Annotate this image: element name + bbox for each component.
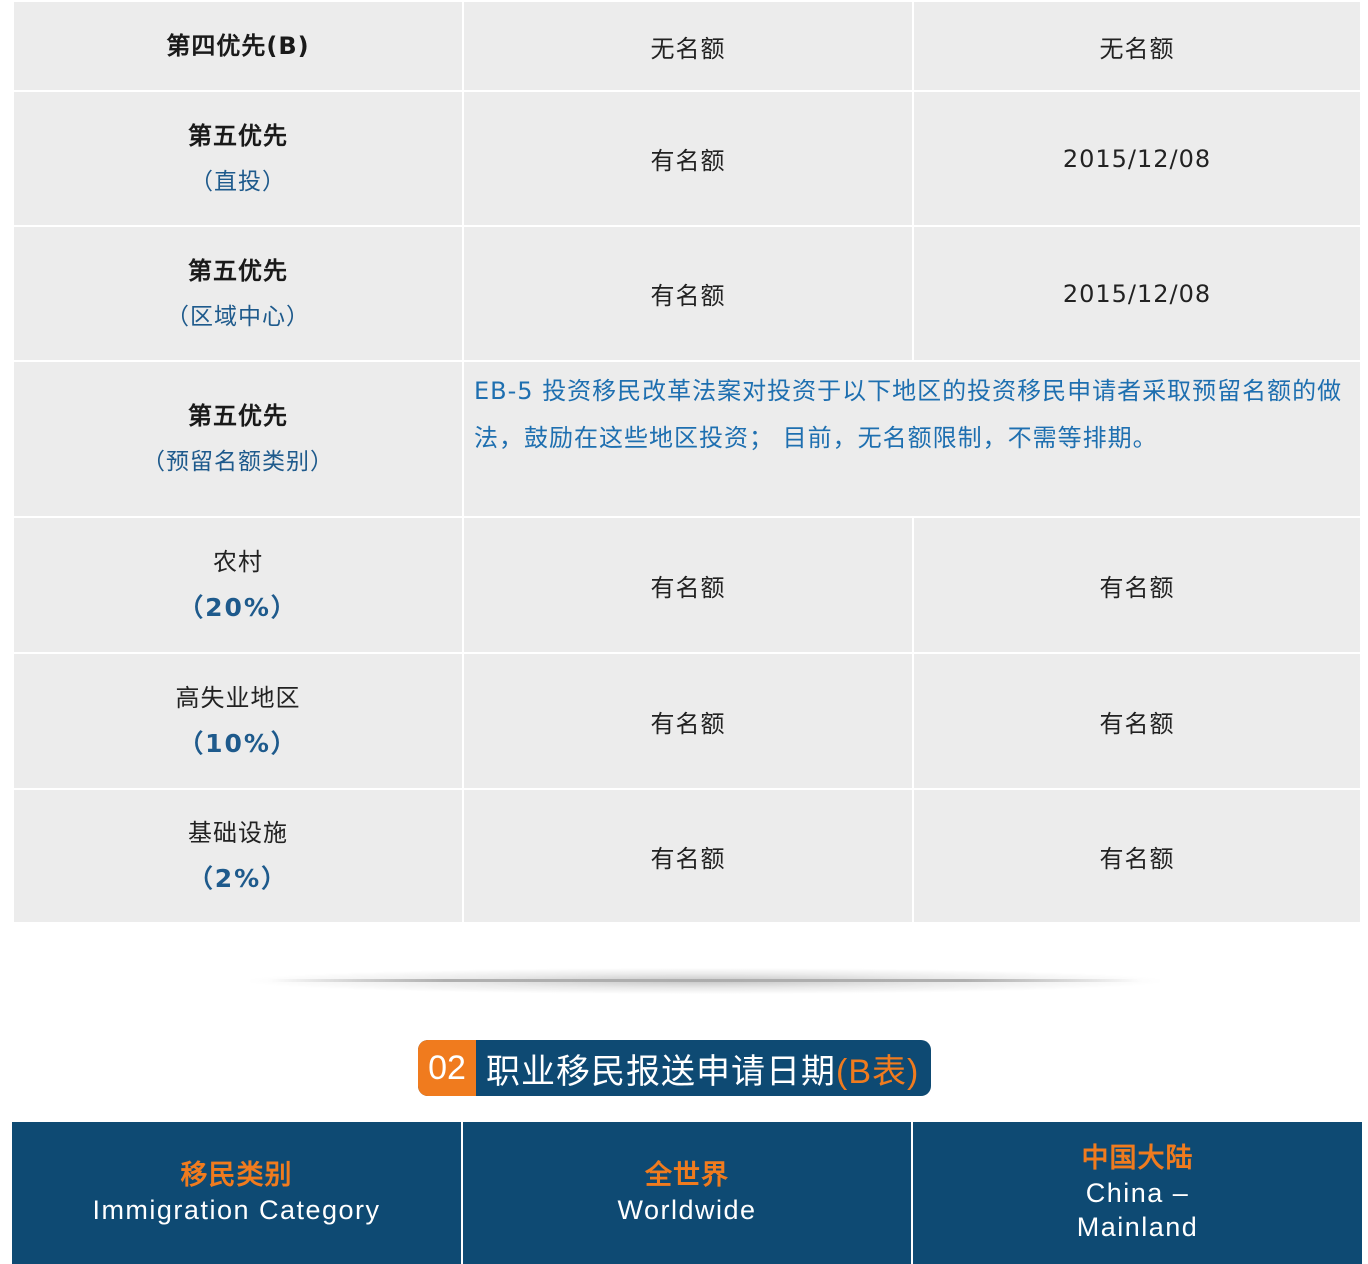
china-cell: 有名额 [912,652,1362,790]
category-label: 第五优先 [188,402,288,430]
china-cell: 有名额 [912,516,1362,654]
section-heading: 02 职业移民报送申请日期 (B表) [418,1040,932,1096]
category-label: 第五优先 [188,256,288,285]
category-label: 基础设施 [188,819,288,847]
table-header-row: 移民类别 Immigration Category 全世界 Worldwide … [12,1122,1362,1264]
header-zh: 中国大陆 [1081,1143,1194,1174]
reserved-visa-note: EB-5 投资移民改革法案对投资于以下地区的投资移民申请者采取预留名额的做法，鼓… [462,360,1362,518]
category-cell: 第四优先(B) [12,0,464,92]
table-row: 第五优先 （预留名额类别） EB-5 投资移民改革法案对投资于以下地区的投资移民… [12,360,1362,518]
section-title: 职业移民报送申请日期 (B表) [476,1040,931,1096]
worldwide-cell: 有名额 [462,225,914,362]
visa-bulletin-table-a: 第四优先(B) 无名额 无名额 第五优先 （直投） 有名额 2015/12/08… [12,0,1362,924]
table-row: 第四优先(B) 无名额 无名额 [12,0,1362,92]
china-cell: 2015/12/08 [912,90,1362,227]
section-number: 02 [418,1040,476,1096]
section-title-text: 职业移民报送申请日期 [486,1052,836,1091]
table-row: 第五优先 （区域中心） 有名额 2015/12/08 [12,225,1362,362]
table-row: 第五优先 （直投） 有名额 2015/12/08 [12,90,1362,227]
category-cell: 农村 （20%） [12,516,464,654]
category-percent: （10%） [178,729,298,758]
category-sublabel: （直投） [190,168,286,195]
table-row: 农村 （20%） 有名额 有名额 [12,516,1362,654]
header-zh: 移民类别 [180,1160,293,1191]
header-cell-category: 移民类别 Immigration Category [12,1122,463,1264]
category-sublabel: （区域中心） [166,303,310,330]
table-row: 基础设施 （2%） 有名额 有名额 [12,788,1362,924]
worldwide-cell: 有名额 [462,652,914,790]
category-label: 高失业地区 [175,684,301,712]
china-cell: 有名额 [912,788,1362,924]
table-row: 高失业地区 （10%） 有名额 有名额 [12,652,1362,790]
worldwide-cell: 有名额 [462,90,914,227]
dates-for-filing-table-header: 移民类别 Immigration Category 全世界 Worldwide … [12,1122,1362,1264]
china-cell: 无名额 [912,0,1362,92]
header-cell-china: 中国大陆 China – Mainland [911,1122,1362,1264]
worldwide-cell: 有名额 [462,788,914,924]
header-cell-worldwide: 全世界 Worldwide [461,1122,913,1264]
category-cell: 第五优先 （区域中心） [12,225,464,362]
worldwide-cell: 无名额 [462,0,914,92]
category-sublabel: （预留名额类别） [142,449,334,475]
category-percent: （2%） [187,864,289,893]
category-cell: 第五优先 （预留名额类别） [12,360,464,518]
category-percent: （20%） [178,593,298,622]
header-en-line2: Mainland [1076,1212,1199,1242]
header-zh: 全世界 [645,1160,729,1191]
section-divider [270,979,1140,982]
header-en-line1: China – [1085,1178,1190,1208]
header-en: Immigration Category [92,1195,381,1225]
category-label: 第四优先(B) [166,32,310,60]
china-cell: 2015/12/08 [912,225,1362,362]
worldwide-cell: 有名额 [462,516,914,654]
category-cell: 基础设施 （2%） [12,788,464,924]
category-label: 第五优先 [188,121,288,150]
section-title-highlight: (B表) [836,1052,920,1091]
category-label: 农村 [213,548,263,576]
category-cell: 第五优先 （直投） [12,90,464,227]
category-cell: 高失业地区 （10%） [12,652,464,790]
header-en: Worldwide [617,1195,757,1225]
